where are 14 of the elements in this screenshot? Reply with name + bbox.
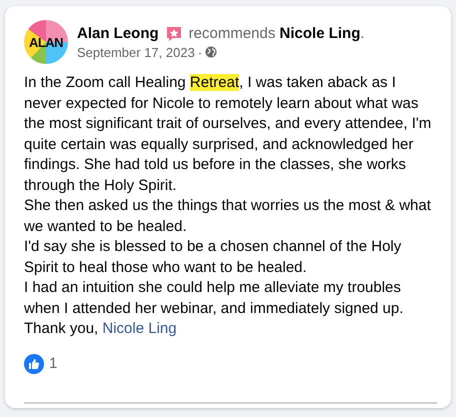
- page-link[interactable]: Nicole Ling: [102, 320, 177, 337]
- post-paragraph: I'd say she is blessed to be a chosen channel of the Holy Spirit to heal those who want to be healed.: [24, 237, 402, 278]
- avatar[interactable]: ALAN: [24, 20, 68, 64]
- recommendation-text: recommends Nicole Ling.: [188, 25, 365, 42]
- globe-icon: [205, 46, 218, 58]
- separator: ·: [198, 44, 202, 60]
- post-paragraph: She then asked us the things that worries us the most & what we wanted to be healed.: [24, 196, 432, 236]
- like-icon[interactable]: [24, 354, 44, 374]
- author-name[interactable]: Alan Leong: [77, 25, 159, 42]
- recommendation-icon: [164, 24, 183, 42]
- post-paragraph: In the Zoom call Healing Retreat, I was taken aback as I never expected for Nicole to remotely learn about what was the most significant trait of ourselves, and every attendee, I'm quite certain was equally surprised, and acknowledged her findings. She had told us before in the classes, she works through the Holy Spirit.: [24, 73, 432, 196]
- post-paragraph: I had an intuition she could help me alleviate my troubles when I attended her webinar, and immediately signed up. Thank you, Nicole Ling: [24, 278, 404, 339]
- post-date[interactable]: September 17, 2023: [77, 44, 195, 60]
- reaction-count[interactable]: 1: [49, 355, 58, 372]
